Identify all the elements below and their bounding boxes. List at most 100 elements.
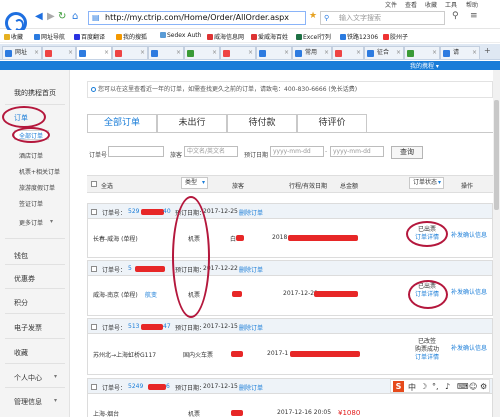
bookmark-baidu-translate[interactable]: 百度翻译 bbox=[74, 32, 105, 41]
forward-icon[interactable]: ▶ bbox=[47, 11, 55, 22]
sidebar-item-invoice[interactable]: 电子发票 bbox=[0, 323, 70, 333]
bookmark-12306[interactable]: 铁路12306 bbox=[340, 32, 378, 41]
close-icon[interactable]: × bbox=[396, 47, 401, 59]
browser-tab[interactable]: 征合 × bbox=[364, 46, 404, 59]
type-dropdown[interactable]: 类型 ▾ bbox=[181, 177, 208, 189]
browser-tab[interactable]: 网址 × bbox=[2, 46, 42, 59]
sidebar-item-coupons[interactable]: 优惠券 bbox=[0, 274, 70, 284]
sidebar-sub-visa[interactable]: 签证订单 bbox=[0, 199, 70, 208]
date-from-input[interactable]: yyyy-mm-dd bbox=[270, 146, 324, 157]
browser-tab[interactable]: × bbox=[332, 46, 364, 59]
favorite-star-icon[interactable]: ★ bbox=[309, 11, 317, 21]
apps-icon[interactable]: ⚙ bbox=[480, 382, 487, 391]
sidebar-item-favorites[interactable]: 收藏 bbox=[0, 348, 70, 358]
order-no[interactable]: 5 bbox=[128, 265, 132, 272]
sidebar-item-management[interactable]: 管理信息 bbox=[0, 397, 70, 407]
tab-all-orders[interactable]: 全部订单 bbox=[87, 114, 157, 133]
sidebar-item-home[interactable]: 我的携程首页 bbox=[0, 88, 70, 98]
resend-confirmation-link[interactable]: 补发确认信息 bbox=[451, 287, 487, 296]
flight-change-tag[interactable]: 航变 bbox=[145, 290, 157, 299]
order-checkbox[interactable] bbox=[91, 209, 97, 215]
chinese-mode-icon[interactable]: 中 bbox=[408, 382, 416, 393]
close-icon[interactable]: × bbox=[68, 47, 73, 59]
close-icon[interactable]: × bbox=[104, 47, 109, 59]
order-no-input[interactable] bbox=[108, 146, 164, 157]
delete-order-link[interactable]: 删除订单 bbox=[239, 265, 263, 274]
new-tab-icon[interactable]: + bbox=[484, 46, 491, 55]
mic-icon[interactable]: ♪ bbox=[445, 382, 450, 391]
order-no-end[interactable]: 6 bbox=[166, 383, 170, 390]
browser-tab-active[interactable]: × bbox=[76, 46, 112, 59]
home-icon[interactable]: ⌂ bbox=[72, 11, 78, 22]
back-icon[interactable]: ◀ bbox=[35, 11, 43, 22]
traveler-input[interactable]: 中文名/英文名 bbox=[184, 146, 238, 157]
menu-tools[interactable]: 工具 bbox=[445, 0, 457, 9]
order-no-end[interactable]: 47 bbox=[163, 323, 171, 330]
sidebar-sub-more[interactable]: 更多订单 bbox=[0, 218, 70, 227]
my-trip-link[interactable]: 我的携程 ▾ bbox=[410, 61, 439, 70]
search-input[interactable]: ⚲ 输入文字搜索 bbox=[320, 11, 445, 25]
close-icon[interactable]: × bbox=[472, 47, 477, 59]
menu-icon[interactable]: ≡ bbox=[470, 11, 478, 21]
browser-tab[interactable]: × bbox=[404, 46, 440, 59]
close-icon[interactable]: × bbox=[176, 47, 181, 59]
sidebar-item-points[interactable]: 积分 bbox=[0, 298, 70, 308]
browser-tab[interactable]: × bbox=[220, 46, 256, 59]
moon-icon[interactable]: ☽ bbox=[420, 382, 427, 391]
sidebar-item-profile[interactable]: 个人中心 bbox=[0, 373, 70, 383]
delete-order-link[interactable]: 删除订单 bbox=[239, 208, 263, 217]
delete-order-link[interactable]: 删除订单 bbox=[239, 323, 263, 332]
keyboard-icon[interactable]: ⌨ bbox=[457, 382, 469, 391]
order-checkbox[interactable] bbox=[91, 384, 97, 390]
close-icon[interactable]: × bbox=[34, 47, 39, 59]
sidebar-sub-vacation[interactable]: 旅游度假订单 bbox=[0, 183, 70, 192]
close-icon[interactable]: × bbox=[324, 47, 329, 59]
order-no[interactable]: 513 bbox=[128, 323, 139, 330]
bookmark-excel[interactable]: Excel行列 bbox=[296, 32, 331, 41]
order-no-end[interactable]: 40 bbox=[163, 208, 171, 215]
menu-view[interactable]: 查看 bbox=[405, 0, 417, 9]
close-icon[interactable]: × bbox=[432, 47, 437, 59]
browser-tab[interactable]: × bbox=[112, 46, 148, 59]
browser-tab[interactable]: × bbox=[256, 46, 292, 59]
browser-tab[interactable]: × bbox=[42, 46, 76, 59]
order-no[interactable]: 529 bbox=[128, 208, 139, 215]
close-icon[interactable]: × bbox=[248, 47, 253, 59]
close-icon[interactable]: × bbox=[212, 47, 217, 59]
search-icon[interactable]: ⚲ bbox=[452, 11, 459, 21]
close-icon[interactable]: × bbox=[356, 47, 361, 59]
order-no[interactable]: 5249 bbox=[128, 383, 143, 390]
order-detail-link[interactable]: 订单详情 bbox=[410, 354, 444, 362]
bookmark-weihai-people[interactable]: 爱威海百姓 bbox=[251, 32, 288, 41]
tab-upcoming[interactable]: 未出行 bbox=[157, 114, 227, 133]
browser-tab[interactable]: 请 × bbox=[440, 46, 480, 59]
menu-favorites[interactable]: 收藏 bbox=[425, 0, 437, 9]
order-checkbox[interactable] bbox=[91, 324, 97, 330]
resend-confirmation-link[interactable]: 补发确认信息 bbox=[451, 230, 487, 239]
close-icon[interactable]: × bbox=[284, 47, 289, 59]
scrollbar-thumb[interactable] bbox=[494, 100, 499, 210]
bookmark-sedex[interactable]: Sedex Auth bbox=[160, 32, 201, 39]
url-bar[interactable]: ▤ http://my.ctrip.com/Home/Order/AllOrde… bbox=[88, 11, 306, 25]
bookmark-nav[interactable]: 网址导航 bbox=[34, 32, 65, 41]
date-to-input[interactable]: yyyy-mm-dd bbox=[330, 146, 384, 157]
menu-file[interactable]: 文件 bbox=[385, 0, 397, 9]
refresh-icon[interactable]: ↻ bbox=[58, 11, 66, 22]
sidebar-sub-hotel[interactable]: 酒店订单 bbox=[0, 151, 70, 160]
user-icon[interactable]: ☺ bbox=[469, 382, 477, 391]
browser-tab[interactable]: × bbox=[148, 46, 184, 59]
status-dropdown[interactable]: 订单状态 ▾ bbox=[409, 177, 444, 189]
sogou-ime-icon[interactable]: S bbox=[393, 381, 404, 392]
resend-confirmation-link[interactable]: 补发确认信息 bbox=[451, 343, 487, 352]
select-all-checkbox[interactable] bbox=[91, 181, 97, 187]
order-checkbox[interactable] bbox=[91, 266, 97, 272]
close-icon[interactable]: × bbox=[140, 47, 145, 59]
sidebar-item-wallet[interactable]: 钱包 bbox=[0, 251, 70, 261]
bookmark-favorites[interactable]: 收藏 bbox=[4, 32, 23, 41]
browser-tab[interactable]: × bbox=[184, 46, 220, 59]
tab-pending-payment[interactable]: 待付款 bbox=[227, 114, 297, 133]
sidebar-sub-flight[interactable]: 机票+相关订单 bbox=[0, 167, 70, 176]
bookmark-weihai-info[interactable]: 威海信息网 bbox=[207, 32, 244, 41]
delete-order-link[interactable]: 删除订单 bbox=[239, 383, 263, 392]
bookmark-sohu[interactable]: 我的搜狐 bbox=[116, 32, 147, 41]
